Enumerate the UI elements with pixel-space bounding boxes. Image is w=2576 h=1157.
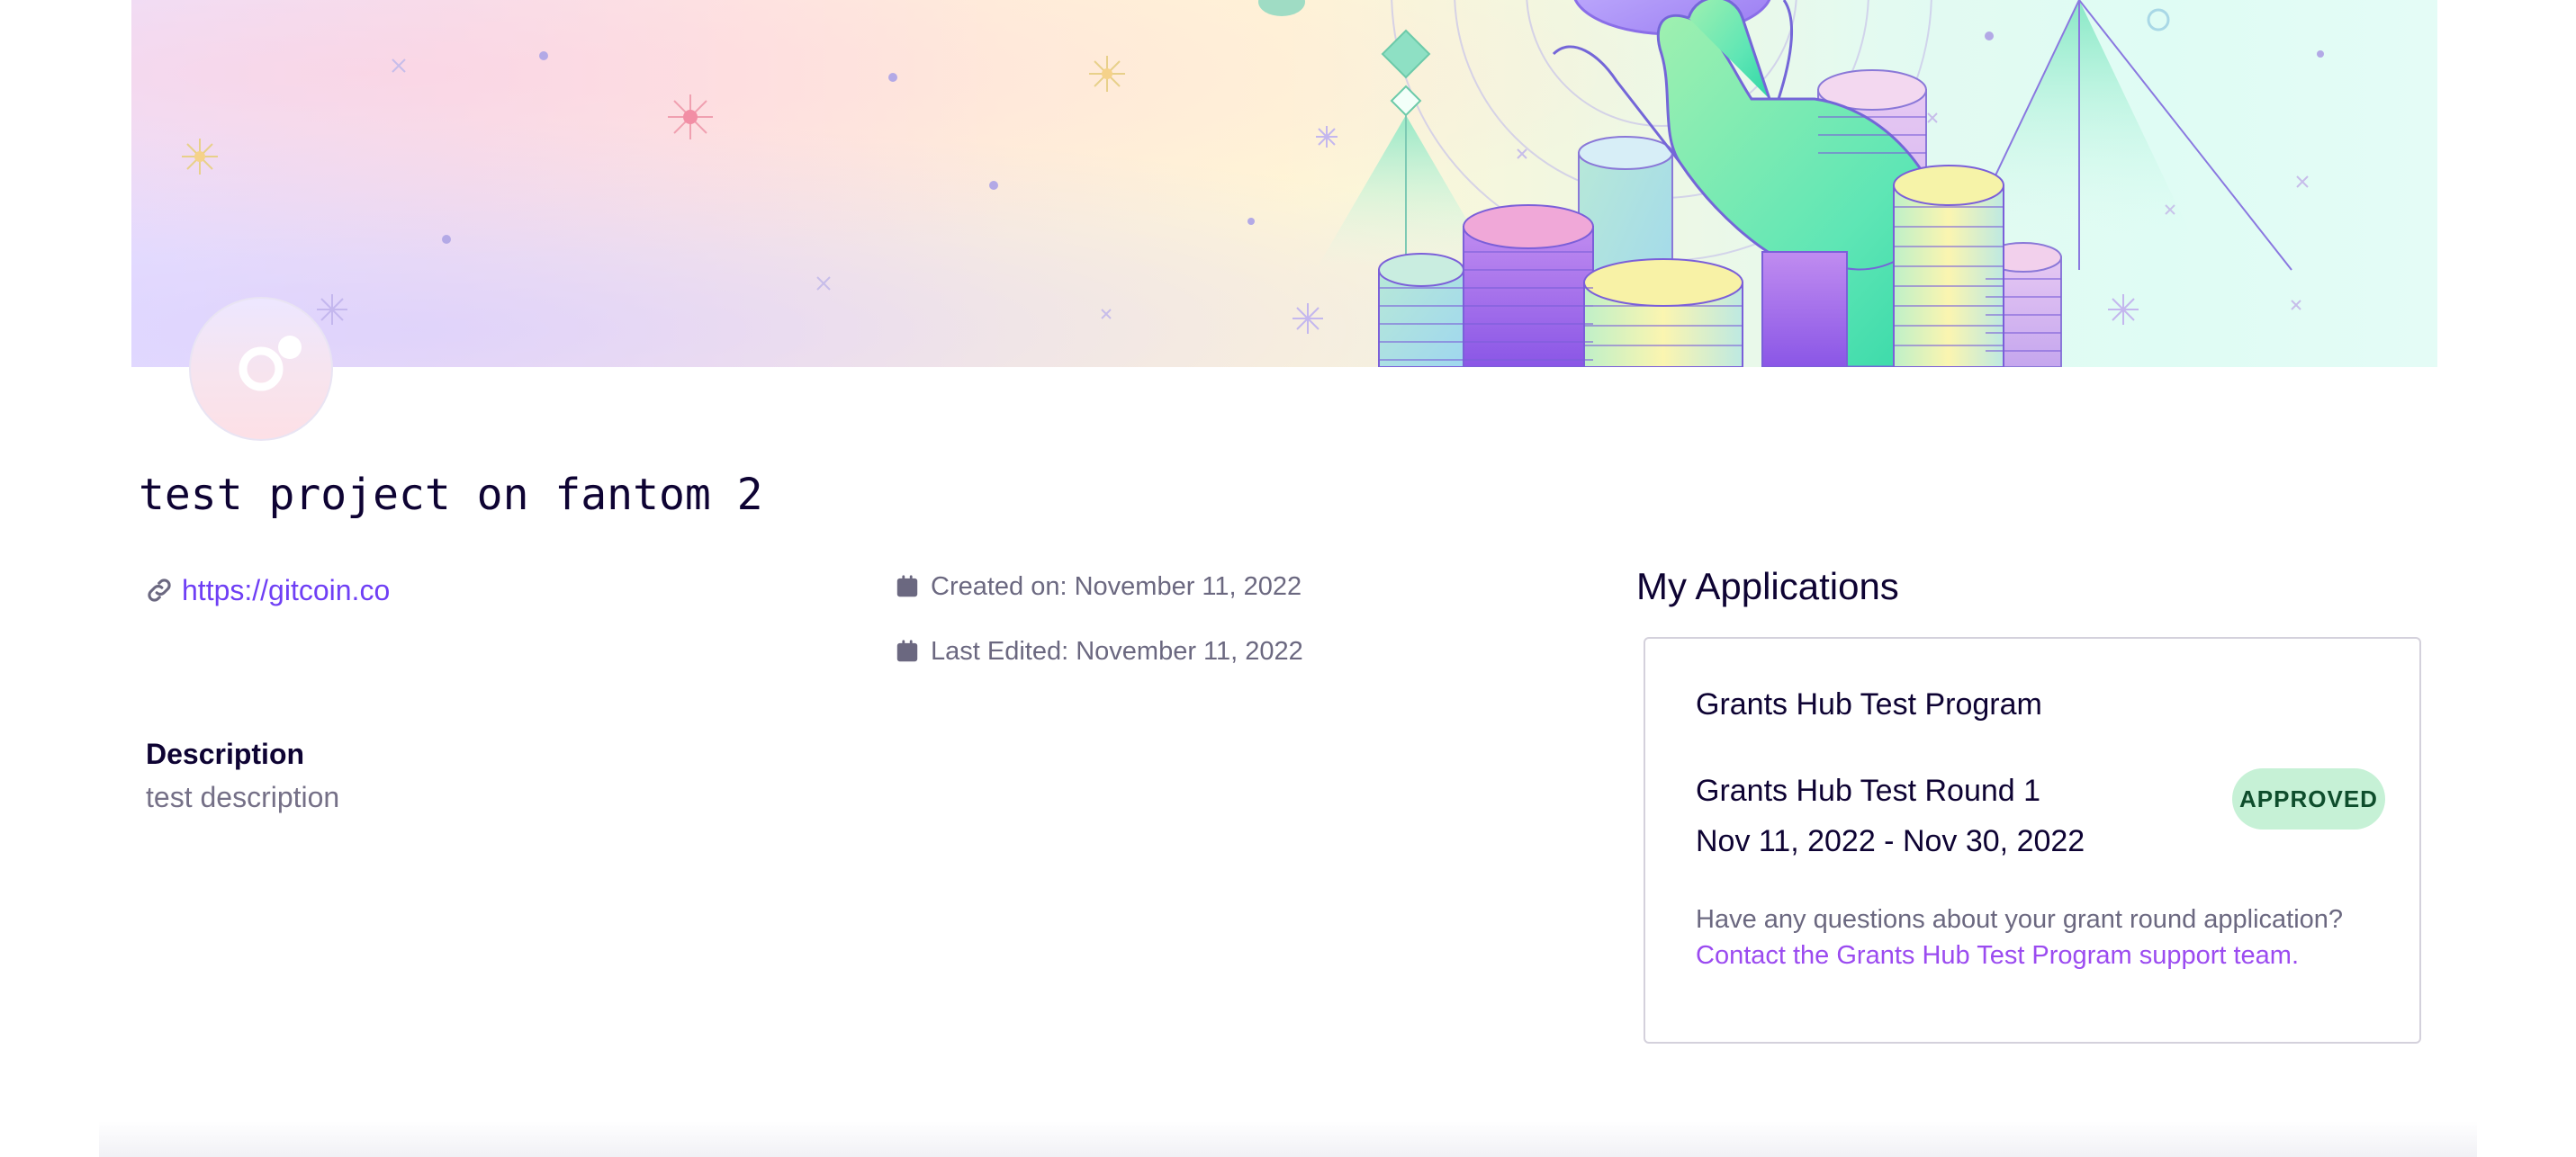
support-team-link[interactable]: Contact the Grants Hub Test Program supp… (1696, 941, 2299, 971)
project-avatar (189, 297, 333, 441)
website-row: https://gitcoin.co (144, 570, 390, 610)
project-banner (131, 0, 2437, 367)
status-badge: APPROVED (2232, 768, 2385, 830)
last-edited-text: Last Edited: November 11, 2022 (931, 636, 1303, 666)
created-on-text: Created on: November 11, 2022 (931, 571, 1302, 601)
created-on-row: Created on: November 11, 2022 (895, 569, 1302, 605)
description-text: test description (146, 781, 340, 813)
round-dates: Nov 11, 2022 - Nov 30, 2022 (1696, 824, 2085, 858)
footer-shadow (99, 1121, 2477, 1157)
program-name: Grants Hub Test Program (1696, 687, 2042, 722)
my-applications-heading: My Applications (1636, 565, 1899, 607)
last-edited-row: Last Edited: November 11, 2022 (895, 633, 1303, 669)
description-heading: Description (146, 738, 305, 770)
page-title: test project on fantom 2 (139, 470, 763, 520)
support-help-text: Have any questions about your grant roun… (1696, 905, 2344, 934)
link-icon (148, 578, 171, 602)
banner-illustration (182, 0, 2324, 367)
application-card: Grants Hub Test Program Grants Hub Test … (1644, 637, 2421, 1044)
calendar-icon (896, 640, 918, 662)
project-page: test project on fantom 2 https://gitcoin… (0, 0, 2576, 1157)
calendar-icon (896, 575, 918, 597)
round-name: Grants Hub Test Round 1 (1696, 774, 2041, 808)
website-link[interactable]: https://gitcoin.co (182, 574, 390, 607)
project-logo-icon (239, 336, 302, 391)
